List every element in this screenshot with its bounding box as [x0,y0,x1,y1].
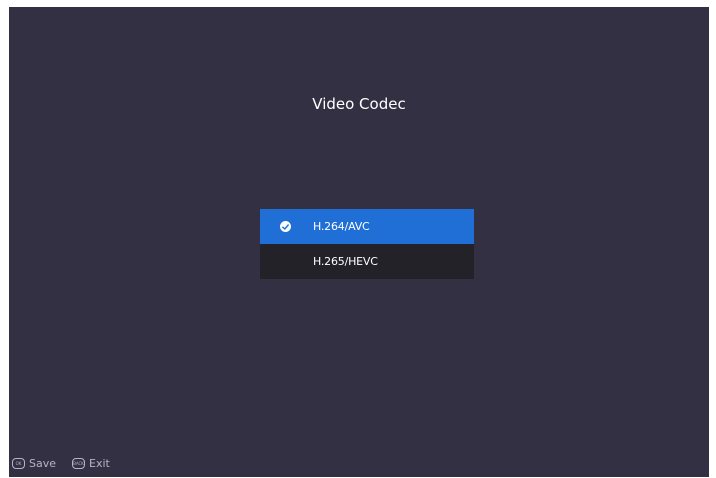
footer-hints: OK Save BACK Exit [12,457,126,470]
back-key-icon: BACK [72,458,86,469]
exit-label: Exit [89,457,110,470]
codec-option-label: H.265/HEVC [313,255,378,268]
page-title: Video Codec [312,95,406,113]
codec-option-h265[interactable]: H.265/HEVC [260,244,474,279]
codec-option-h264[interactable]: H.264/AVC [260,209,474,244]
ok-key-icon: OK [12,458,25,469]
check-icon [280,221,291,232]
codec-option-list: H.264/AVC H.265/HEVC [260,209,474,279]
tv-screen: Video Codec H.264/AVC H.265/HEVC OK Save… [9,7,709,477]
save-hint[interactable]: OK Save [12,457,56,470]
save-label: Save [29,457,57,470]
exit-hint[interactable]: BACK Exit [72,457,110,470]
codec-option-label: H.264/AVC [313,220,370,233]
